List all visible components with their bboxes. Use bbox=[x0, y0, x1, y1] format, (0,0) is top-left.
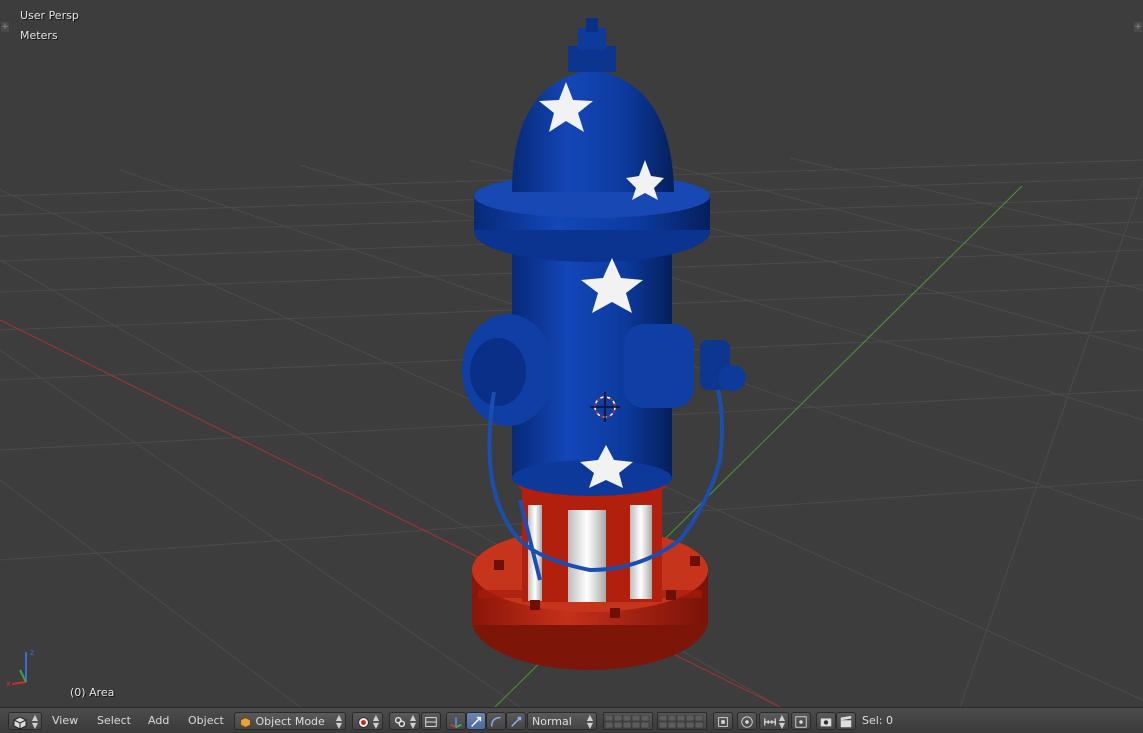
orientation-label: Normal bbox=[532, 715, 572, 728]
pivot-center-button[interactable] bbox=[421, 712, 441, 730]
editor-type-button[interactable]: ▲ ▼ bbox=[8, 712, 42, 730]
expand-region-left-icon[interactable]: + bbox=[1, 22, 9, 32]
scale-toggle[interactable] bbox=[506, 712, 526, 730]
menu-select[interactable]: Select bbox=[93, 712, 135, 730]
cube-editor-icon bbox=[13, 715, 27, 730]
proportional-edit-button[interactable] bbox=[737, 712, 757, 730]
rotate-toggle[interactable] bbox=[486, 712, 506, 730]
object-info: (0) Area bbox=[70, 686, 115, 699]
translate-icon bbox=[471, 716, 482, 727]
3d-view-header: ▲ ▼ View Select Add Object Object Mode ▲ ▼… bbox=[0, 707, 1143, 733]
snap-target-button[interactable] bbox=[791, 712, 811, 730]
spinner-arrows-icon: ▲ ▼ bbox=[778, 713, 785, 730]
shading-icon bbox=[358, 716, 369, 728]
pivot-point-button[interactable]: ▲ ▼ bbox=[389, 712, 420, 730]
snap-icon bbox=[764, 718, 776, 726]
3d-viewport[interactable]: z x + + User Persp Meters (0) Area bbox=[0, 0, 1143, 707]
render-animation-button[interactable] bbox=[836, 712, 856, 730]
axis-gizmo-icon: z x bbox=[6, 648, 34, 688]
spinner-arrows-icon: ▲ ▼ bbox=[409, 713, 416, 730]
render-button[interactable] bbox=[816, 712, 836, 730]
view-name: User Persp bbox=[20, 9, 79, 22]
svg-text:z: z bbox=[30, 648, 34, 657]
units-label: Meters bbox=[20, 29, 58, 42]
spinner-arrows-icon: ▲ ▼ bbox=[335, 713, 342, 730]
menu-view[interactable]: View bbox=[48, 712, 82, 730]
snap-element-button[interactable]: ▲ ▼ bbox=[759, 712, 789, 730]
mode-dropdown[interactable]: Object Mode ▲ ▼ bbox=[234, 712, 346, 730]
translate-toggle[interactable] bbox=[466, 712, 486, 730]
proportional-edit-icon bbox=[741, 716, 753, 728]
spinner-arrows-icon: ▲ ▼ bbox=[31, 713, 38, 730]
lock-layers-icon bbox=[718, 717, 728, 727]
manipulator-icon bbox=[450, 717, 462, 729]
scene-canvas[interactable]: z x bbox=[0, 0, 1143, 707]
layers-grid-2[interactable] bbox=[657, 712, 707, 730]
layers-icon bbox=[658, 714, 704, 729]
manipulator-toggle[interactable] bbox=[446, 712, 466, 730]
layers-grid-1[interactable] bbox=[603, 712, 653, 730]
mode-label: Object Mode bbox=[255, 715, 325, 728]
svg-text:x: x bbox=[6, 679, 11, 688]
pivot-icon bbox=[394, 716, 406, 728]
object-mode-icon bbox=[240, 716, 251, 728]
menu-object[interactable]: Object bbox=[184, 712, 228, 730]
rotate-icon bbox=[490, 716, 501, 727]
transform-orientation-dropdown[interactable]: Normal ▲ ▼ bbox=[527, 712, 597, 730]
spinner-arrows-icon: ▲ ▼ bbox=[586, 713, 593, 730]
scale-icon bbox=[511, 716, 522, 727]
pivot-center-icon bbox=[425, 717, 437, 727]
render-icon bbox=[820, 718, 832, 727]
lock-camera-button[interactable] bbox=[713, 712, 733, 730]
spinner-arrows-icon: ▲ ▼ bbox=[372, 713, 379, 730]
snap-target-icon bbox=[795, 716, 807, 728]
viewport-shading-button[interactable]: ▲ ▼ bbox=[352, 712, 383, 730]
layers-icon bbox=[604, 714, 650, 729]
selection-count: Sel: 0 bbox=[862, 714, 894, 727]
animation-icon bbox=[840, 715, 852, 728]
menu-add[interactable]: Add bbox=[144, 712, 173, 730]
expand-region-right-icon[interactable]: + bbox=[1134, 22, 1142, 32]
hydrant-model bbox=[462, 18, 746, 670]
